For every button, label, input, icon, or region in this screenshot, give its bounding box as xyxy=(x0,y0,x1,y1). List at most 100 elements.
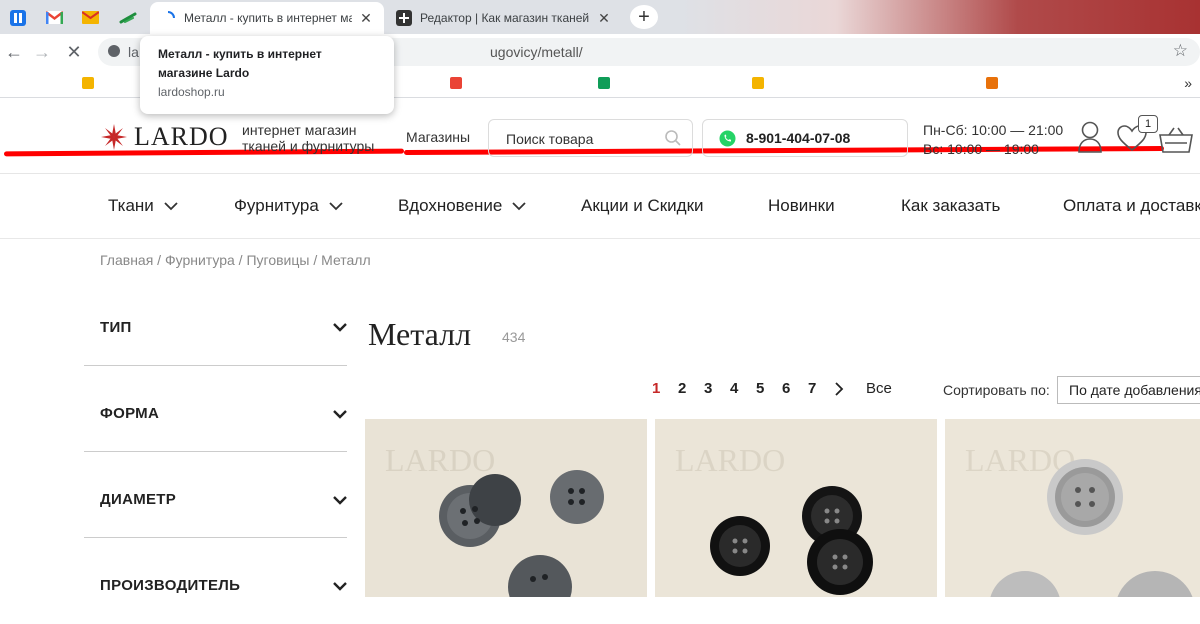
filter-label: ФОРМА xyxy=(100,405,160,422)
chevron-down-icon xyxy=(333,582,347,591)
chevron-down-icon xyxy=(333,410,347,419)
main-nav: Ткани Фурнитура Вдохновение Акции и Скид… xyxy=(0,175,1200,239)
breadcrumb-home[interactable]: Главная xyxy=(100,252,153,268)
product-image: LARDO xyxy=(655,419,937,597)
page-link[interactable]: 2 xyxy=(678,380,704,397)
cart-count-badge: 1 xyxy=(1138,115,1158,133)
nav-item-payment-delivery[interactable]: Оплата и доставка xyxy=(1063,196,1200,216)
folder-icon xyxy=(82,77,94,89)
envelope-icon xyxy=(81,11,99,24)
nav-item-how-to-order[interactable]: Как заказать xyxy=(901,196,1000,216)
page-title: Металл xyxy=(368,316,472,352)
site-logo[interactable]: LARDO xyxy=(100,122,229,152)
chevron-down-icon xyxy=(333,323,347,332)
close-tab-icon[interactable]: ✕ xyxy=(596,10,612,27)
nav-item-hardware[interactable]: Фурнитура xyxy=(234,196,343,216)
phone-number: 8-901-404-07-08 xyxy=(746,130,851,146)
sort-label: Сортировать по: xyxy=(943,382,1050,398)
bookmark-icon xyxy=(986,77,998,89)
tab-metall[interactable]: Металл - купить в интернет магазине Lard… xyxy=(150,2,384,34)
chevron-down-icon xyxy=(164,201,178,210)
phone-button[interactable]: 8-901-404-07-08 xyxy=(702,119,908,157)
back-button[interactable]: ← xyxy=(2,40,26,64)
bookmark-star-icon[interactable]: ☆ xyxy=(1173,41,1188,61)
bookmark-item[interactable] xyxy=(752,77,769,89)
filter-diameter[interactable]: ДИАМЕТР xyxy=(84,452,347,538)
product-image: LARDO xyxy=(365,419,647,597)
breadcrumb: Главная / Фурнитура / Пуговицы / Металл xyxy=(100,252,371,268)
close-tab-icon[interactable]: ✕ xyxy=(358,10,374,27)
filter-label: ДИАМЕТР xyxy=(100,491,177,508)
pinned-tab-1[interactable] xyxy=(0,5,36,30)
nav-item-fabrics[interactable]: Ткани xyxy=(108,196,178,216)
url-text: la xyxy=(128,44,139,60)
page-link[interactable]: 7 xyxy=(808,380,834,397)
folder-icon xyxy=(752,77,764,89)
pinned-tab-4[interactable] xyxy=(110,5,146,30)
stores-link[interactable]: Магазины xyxy=(406,129,470,145)
page-link-all[interactable]: Все xyxy=(866,380,892,397)
chevron-right-icon[interactable] xyxy=(834,381,844,396)
site-info-icon[interactable] xyxy=(108,45,120,57)
tab-title: Металл - купить в интернет магазине Lard… xyxy=(184,11,352,25)
product-card[interactable]: LARDO xyxy=(365,419,647,597)
editor-icon xyxy=(396,10,412,26)
breadcrumb-current: Металл xyxy=(321,252,371,268)
tab-hover-card: Металл - купить в интернет магазине Lard… xyxy=(140,36,394,114)
filter-label: ТИП xyxy=(100,319,132,336)
page-link-current[interactable]: 1 xyxy=(652,380,678,397)
loading-spinner-icon xyxy=(160,10,176,26)
page-link[interactable]: 6 xyxy=(782,380,808,397)
forward-button[interactable]: → xyxy=(30,40,54,64)
new-tab-button[interactable]: + xyxy=(630,5,658,29)
watermark: LARDO xyxy=(675,442,785,478)
nav-item-inspiration[interactable]: Вдохновение xyxy=(398,196,526,216)
sheets-icon xyxy=(598,77,610,89)
breadcrumb-buttons[interactable]: Пуговицы xyxy=(246,252,309,268)
product-image: LARDO xyxy=(945,419,1200,597)
breadcrumb-hardware[interactable]: Фурнитура xyxy=(165,252,235,268)
working-hours: Пн-Сб: 10:00 — 21:00 Вс: 10:00 — 19:00 xyxy=(923,122,1064,157)
whatsapp-icon xyxy=(719,130,736,146)
user-icon[interactable] xyxy=(1076,120,1104,154)
gmail-icon xyxy=(45,11,63,24)
stop-loading-button[interactable]: ✕ xyxy=(62,40,86,64)
nav-item-sales[interactable]: Акции и Скидки xyxy=(581,196,704,216)
search-icon[interactable] xyxy=(664,129,682,147)
pinned-tab-gmail[interactable] xyxy=(36,5,72,30)
sort-select[interactable]: По дате добавления xyxy=(1057,376,1200,404)
product-card[interactable]: LARDO xyxy=(945,419,1200,597)
page-link[interactable]: 3 xyxy=(704,380,730,397)
hover-card-title: Металл - купить в интернет магазине Lard… xyxy=(158,47,322,80)
more-bookmarks-icon[interactable]: » xyxy=(1184,75,1192,91)
chevron-down-icon xyxy=(512,201,526,210)
search-input[interactable]: Поиск товара xyxy=(488,119,693,157)
bookmark-item[interactable] xyxy=(598,77,615,89)
brand-name: LARDO xyxy=(134,122,229,151)
app-icon xyxy=(119,12,137,23)
filter-shape[interactable]: ФОРМА xyxy=(84,366,347,452)
tagline: интернет магазин тканей и фурнитуры xyxy=(242,122,375,154)
pagination: 1 2 3 4 5 6 7 Все xyxy=(652,380,892,397)
chevron-down-icon xyxy=(329,201,343,210)
bookmark-item[interactable] xyxy=(986,77,1003,89)
filter-label: ПРОИЗВОДИТЕЛЬ xyxy=(100,577,241,594)
filter-manufacturer[interactable]: ПРОИЗВОДИТЕЛЬ xyxy=(84,538,347,624)
bookmark-item[interactable] xyxy=(450,77,467,89)
nav-item-new[interactable]: Новинки xyxy=(768,196,835,216)
pinned-tab-mail[interactable] xyxy=(72,5,108,30)
search-placeholder: Поиск товара xyxy=(506,131,594,147)
tab-editor[interactable]: Редактор | Как магазин тканей с ✕ xyxy=(386,2,622,34)
chevron-down-icon xyxy=(333,496,347,505)
url-text-tail: ugovicy/metall/ xyxy=(490,44,583,60)
bookmark-icon xyxy=(450,77,462,89)
filter-type[interactable]: ТИП xyxy=(84,280,347,366)
page-link[interactable]: 5 xyxy=(756,380,782,397)
tab-title: Редактор | Как магазин тканей с xyxy=(420,11,590,25)
cart-icon[interactable] xyxy=(1158,126,1194,156)
page-link[interactable]: 4 xyxy=(730,380,756,397)
bookmark-item[interactable] xyxy=(82,77,99,89)
hover-card-domain: lardoshop.ru xyxy=(158,85,225,99)
star-burst-icon xyxy=(101,124,127,150)
product-card[interactable]: LARDO xyxy=(655,419,937,597)
